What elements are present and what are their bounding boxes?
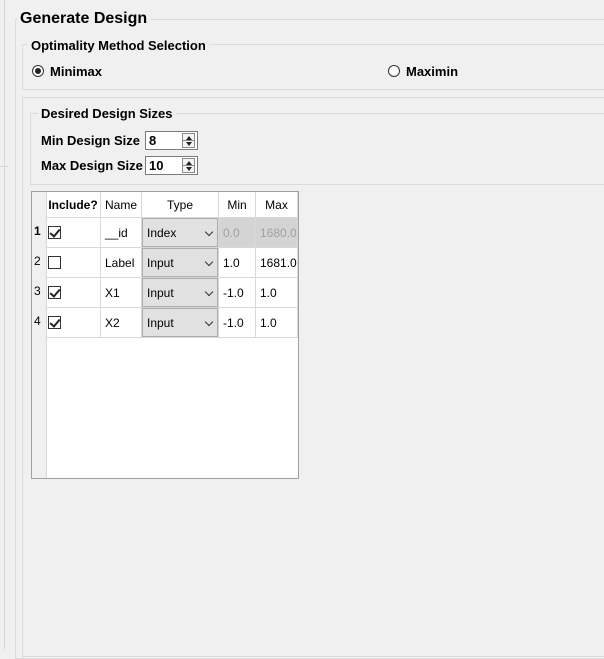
type-value: Input (147, 316, 174, 330)
min-value: 1.0 (223, 256, 240, 270)
max-cell: 1680.0 (256, 218, 298, 248)
spin-down-icon[interactable] (186, 167, 192, 171)
max-value: 1680.0 (260, 226, 297, 240)
chevron-down-icon (204, 227, 214, 237)
max-value: 1681.0 (260, 256, 297, 270)
chevron-down-icon (204, 317, 214, 327)
min-cell: 0.0 (219, 218, 256, 248)
variables-table[interactable]: Include? Name Type Min Max 1 __id Index … (31, 191, 299, 479)
header-min[interactable]: Min (219, 192, 256, 218)
minimax-radio[interactable] (32, 65, 44, 77)
type-cell[interactable]: Input (142, 248, 219, 278)
type-dropdown[interactable]: Input (142, 278, 218, 307)
generate-design-title: Generate Design (17, 10, 151, 28)
max-size-spin-buttons[interactable] (182, 158, 195, 173)
row-number: 3 (34, 284, 41, 298)
name-cell[interactable]: X2 (101, 308, 142, 338)
min-cell[interactable]: -1.0 (219, 278, 256, 308)
include-checkbox[interactable] (48, 316, 61, 329)
name-cell[interactable]: X1 (101, 278, 142, 308)
type-cell[interactable]: Index (142, 218, 219, 248)
name-value: X2 (105, 316, 120, 330)
max-value: 1.0 (260, 286, 277, 300)
left-pane-edge (0, 0, 5, 649)
include-checkbox[interactable] (48, 226, 61, 239)
design-sizes-group (30, 113, 604, 185)
max-cell[interactable]: 1.0 (256, 278, 298, 308)
chevron-down-icon (204, 287, 214, 297)
min-cell[interactable]: -1.0 (219, 308, 256, 338)
include-checkbox[interactable] (48, 286, 61, 299)
max-value: 1.0 (260, 316, 277, 330)
maximin-radio[interactable] (388, 65, 400, 77)
include-cell[interactable] (46, 278, 101, 308)
maximin-label[interactable]: Maximin (406, 64, 458, 79)
type-dropdown[interactable]: Input (142, 248, 218, 277)
chevron-down-icon (204, 257, 214, 267)
type-dropdown[interactable]: Index (142, 218, 218, 247)
header-max[interactable]: Max (256, 192, 298, 218)
max-design-size-value[interactable]: 10 (149, 158, 163, 173)
min-size-spin-buttons[interactable] (182, 133, 195, 148)
min-value: -1.0 (223, 286, 244, 300)
min-cell[interactable]: 1.0 (219, 248, 256, 278)
min-design-size-value[interactable]: 8 (149, 133, 156, 148)
max-design-size-spinner[interactable]: 10 (145, 156, 198, 175)
row-number: 2 (34, 254, 41, 268)
type-cell[interactable]: Input (142, 308, 219, 338)
include-cell[interactable] (46, 308, 101, 338)
name-value: __id (105, 226, 128, 240)
max-cell[interactable]: 1.0 (256, 308, 298, 338)
max-design-size-label: Max Design Size (41, 158, 143, 173)
row-number: 1 (34, 224, 41, 238)
header-include[interactable]: Include? (46, 192, 101, 218)
min-design-size-spinner[interactable]: 8 (145, 131, 198, 150)
type-cell[interactable]: Input (142, 278, 219, 308)
name-value: Label (105, 256, 135, 270)
type-value: Input (147, 256, 174, 270)
type-dropdown[interactable]: Input (142, 308, 218, 337)
header-type[interactable]: Type (142, 192, 219, 218)
name-cell[interactable]: Label (101, 248, 142, 278)
max-cell[interactable]: 1681.0 (256, 248, 298, 278)
header-name[interactable]: Name (101, 192, 142, 218)
minimax-label[interactable]: Minimax (50, 64, 102, 79)
type-value: Input (147, 286, 174, 300)
spin-down-icon[interactable] (186, 142, 192, 146)
min-value: -1.0 (223, 316, 244, 330)
include-cell[interactable] (46, 248, 101, 278)
design-sizes-title: Desired Design Sizes (38, 106, 176, 121)
name-value: X1 (105, 286, 120, 300)
min-value: 0.0 (223, 226, 240, 240)
include-cell[interactable] (46, 218, 101, 248)
name-cell[interactable]: __id (101, 218, 142, 248)
min-design-size-label: Min Design Size (41, 133, 140, 148)
left-pane-divider (0, 166, 8, 185)
optimality-title: Optimality Method Selection (28, 38, 209, 53)
include-checkbox[interactable] (48, 256, 61, 269)
type-value: Index (147, 226, 177, 240)
row-number: 4 (34, 314, 41, 328)
